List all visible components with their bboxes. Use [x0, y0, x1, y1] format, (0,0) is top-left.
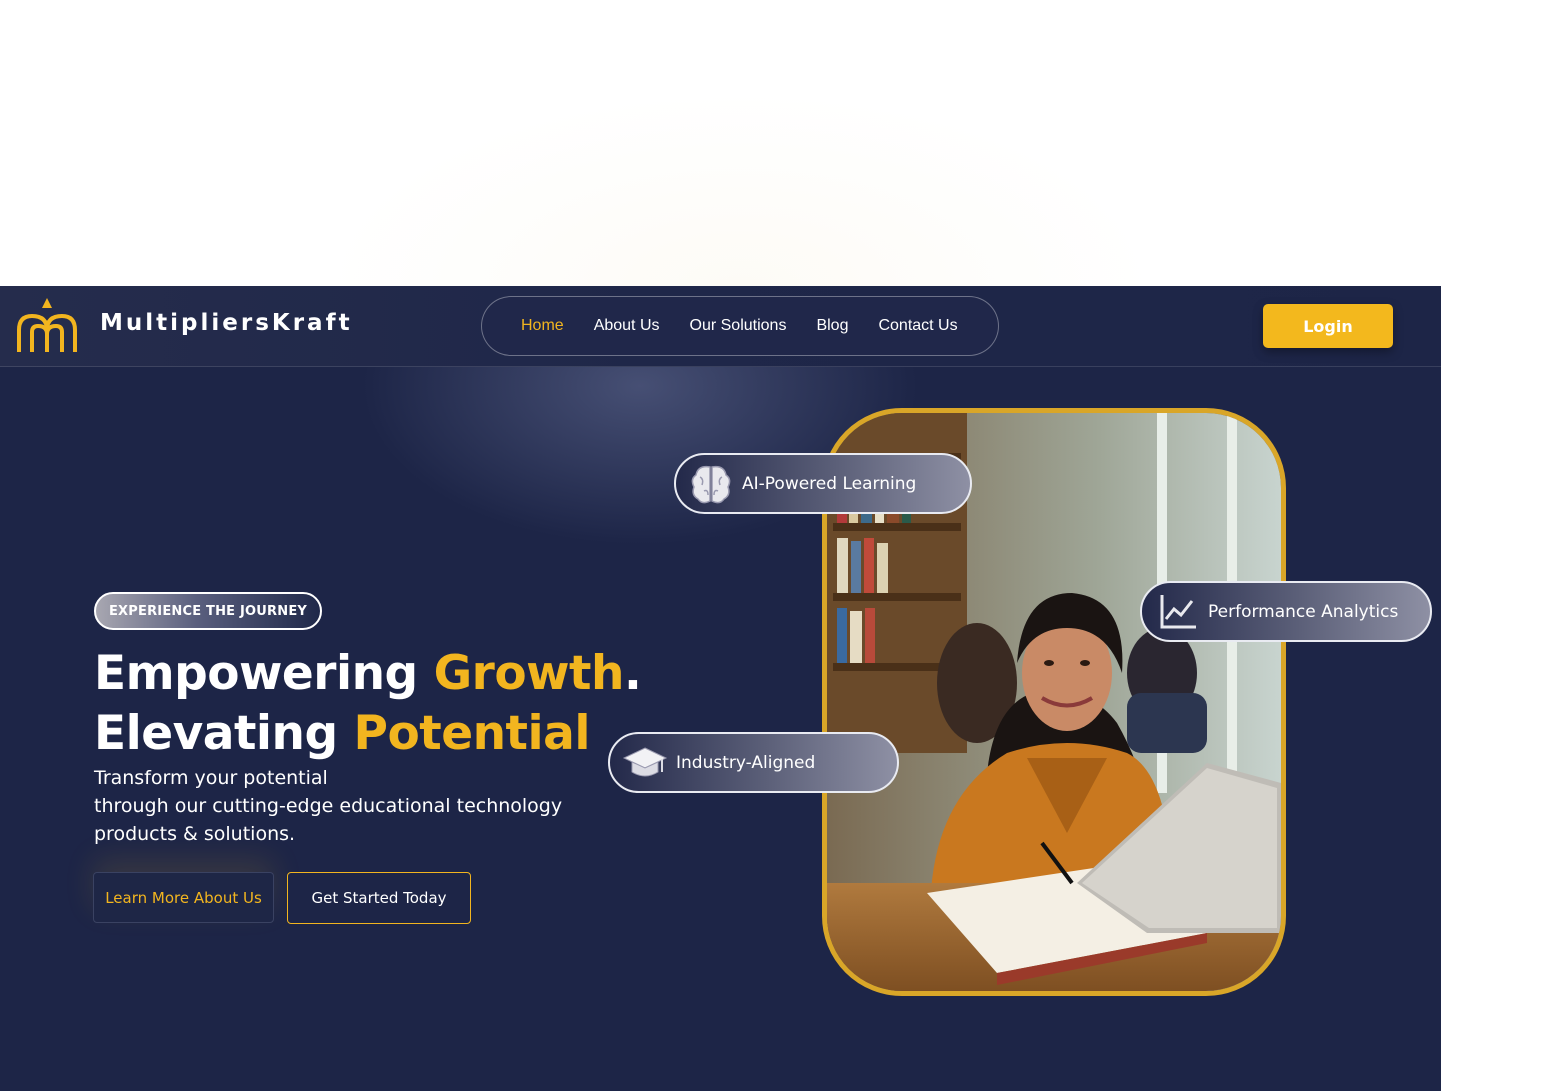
top-blank-area: [0, 0, 1553, 286]
login-button[interactable]: Login: [1263, 304, 1393, 348]
feature-performance-analytics: Performance Analytics: [1140, 581, 1432, 642]
headline-word-growth: Growth: [433, 646, 625, 701]
nav-blog[interactable]: Blog: [816, 317, 848, 335]
brand-logo[interactable]: [14, 296, 80, 356]
feature-perf-label: Performance Analytics: [1208, 601, 1399, 622]
chart-icon: [1160, 594, 1196, 628]
brand-name[interactable]: MultipliersKraft: [100, 310, 353, 336]
subtext-line-3: products & solutions.: [94, 823, 296, 845]
headline-word-elevating: Elevating: [94, 706, 354, 761]
headline-word-potential: Potential: [353, 706, 591, 761]
experience-badge: EXPERIENCE THE JOURNEY: [94, 592, 322, 630]
right-blank-area: [1441, 286, 1553, 1091]
subtext-line-2: through our cutting-edge educational tec…: [94, 795, 563, 817]
headline-word-empowering: Empowering: [94, 646, 434, 701]
main-nav: Home About Us Our Solutions Blog Contact…: [481, 296, 999, 356]
learn-more-button[interactable]: Learn More About Us: [93, 872, 274, 923]
nav-about-us[interactable]: About Us: [594, 317, 660, 335]
feature-ai-powered-learning: AI-Powered Learning: [674, 453, 972, 514]
feature-ai-label: AI-Powered Learning: [742, 473, 917, 494]
subtext-line-1: Transform your potential: [94, 767, 328, 789]
hero-headline: Empowering Growth. Elevating Potential: [94, 644, 654, 764]
feature-industry-label: Industry-Aligned: [676, 752, 816, 773]
headline-dot: .: [623, 646, 642, 701]
hero-site: MultipliersKraft Home About Us Our Solut…: [0, 286, 1441, 1091]
get-started-button[interactable]: Get Started Today: [287, 872, 471, 924]
brain-icon: [691, 465, 731, 503]
nav-home[interactable]: Home: [521, 317, 564, 335]
nav-contact-us[interactable]: Contact Us: [878, 317, 957, 335]
graduation-cap-icon: [622, 746, 668, 776]
hero-subtext: Transform your potential through our cut…: [94, 764, 634, 848]
navbar: MultipliersKraft Home About Us Our Solut…: [0, 286, 1441, 367]
nav-our-solutions[interactable]: Our Solutions: [690, 317, 787, 335]
feature-industry-aligned: Industry-Aligned: [608, 732, 899, 793]
